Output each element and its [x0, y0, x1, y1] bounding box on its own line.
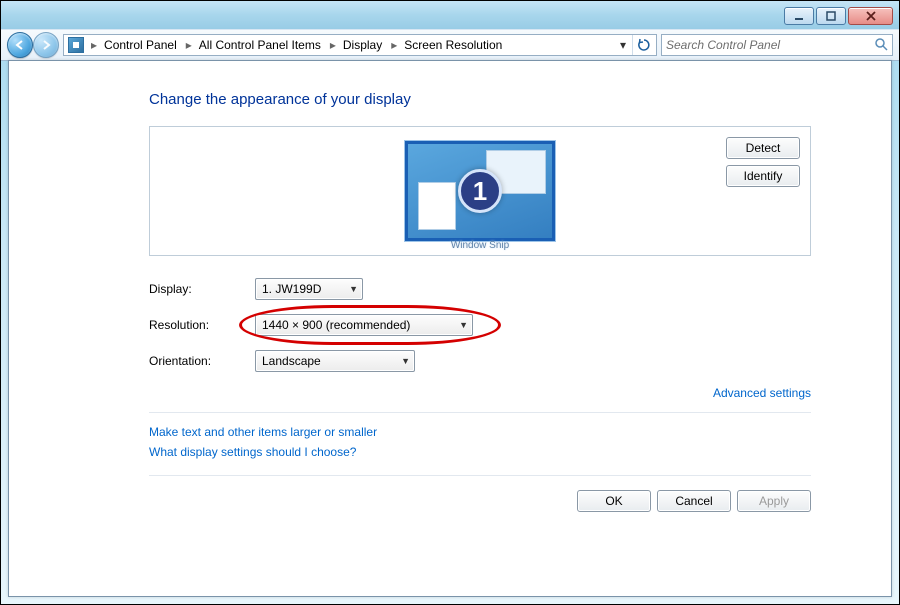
chevron-right-icon[interactable]: ▸	[88, 38, 100, 52]
orientation-dropdown[interactable]: Landscape ▼	[255, 350, 415, 372]
close-button[interactable]	[848, 7, 893, 25]
display-preview-box: 1 Window Snip Detect Identify	[149, 126, 811, 256]
chevron-right-icon[interactable]: ▸	[327, 38, 339, 52]
ok-button[interactable]: OK	[577, 490, 651, 512]
cancel-button[interactable]: Cancel	[657, 490, 731, 512]
window-titlebar	[1, 1, 899, 29]
advanced-settings-link[interactable]: Advanced settings	[149, 386, 811, 400]
search-placeholder: Search Control Panel	[666, 38, 780, 52]
breadcrumb-item[interactable]: Screen Resolution	[400, 35, 508, 55]
identify-button[interactable]: Identify	[726, 165, 800, 187]
display-dropdown[interactable]: 1. JW199D ▼	[255, 278, 363, 300]
forward-button[interactable]	[33, 32, 59, 58]
chevron-right-icon[interactable]: ▸	[183, 38, 195, 52]
chevron-down-icon: ▼	[401, 356, 410, 366]
monitor-thumbnail[interactable]: 1	[405, 141, 555, 241]
text-size-link[interactable]: Make text and other items larger or smal…	[149, 425, 811, 439]
resolution-dropdown[interactable]: 1440 × 900 (recommended) ▼	[255, 314, 473, 336]
chevron-right-icon[interactable]: ▸	[388, 38, 400, 52]
apply-button[interactable]: Apply	[737, 490, 811, 512]
refresh-button[interactable]	[632, 35, 654, 55]
dialog-footer: OK Cancel Apply	[149, 475, 811, 512]
back-button[interactable]	[7, 32, 33, 58]
search-icon	[874, 37, 888, 54]
display-label: Display:	[149, 282, 255, 296]
address-bar[interactable]: ▸ Control Panel ▸ All Control Panel Item…	[63, 34, 657, 56]
control-panel-icon	[68, 37, 84, 53]
breadcrumb-item[interactable]: Control Panel	[100, 35, 183, 55]
snip-overlay-text: Window Snip	[451, 240, 509, 251]
breadcrumb-item[interactable]: All Control Panel Items	[195, 35, 327, 55]
chevron-down-icon: ▼	[349, 284, 358, 294]
maximize-button[interactable]	[816, 7, 846, 25]
orientation-label: Orientation:	[149, 354, 255, 368]
detect-button[interactable]: Detect	[726, 137, 800, 159]
chevron-down-icon: ▼	[459, 320, 468, 330]
display-help-link[interactable]: What display settings should I choose?	[149, 445, 811, 459]
resolution-label: Resolution:	[149, 318, 255, 332]
monitor-number-badge: 1	[458, 169, 502, 213]
breadcrumb-item[interactable]: Display	[339, 35, 388, 55]
navigation-bar: ▸ Control Panel ▸ All Control Panel Item…	[1, 29, 899, 61]
minimize-button[interactable]	[784, 7, 814, 25]
search-input[interactable]: Search Control Panel	[661, 34, 893, 56]
content-area: Change the appearance of your display 1 …	[8, 60, 892, 597]
divider	[149, 412, 811, 413]
address-history-dropdown[interactable]: ▾	[615, 36, 631, 54]
page-title: Change the appearance of your display	[149, 91, 811, 108]
